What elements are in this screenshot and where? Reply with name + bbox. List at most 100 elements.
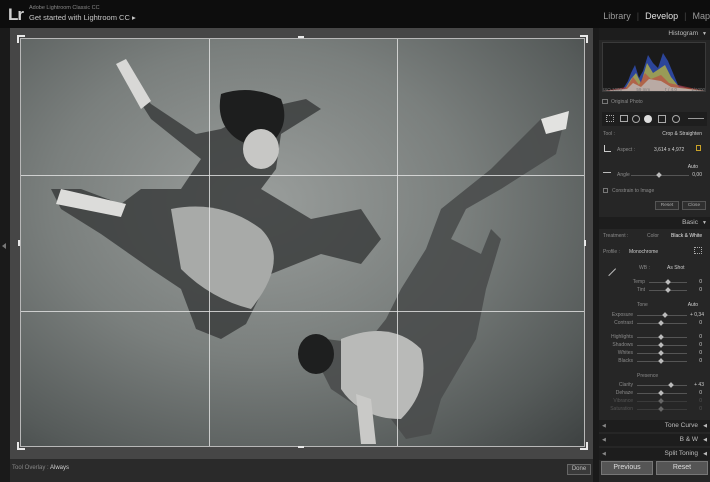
temp-slider-knob[interactable] xyxy=(665,279,671,285)
spot-removal-icon[interactable] xyxy=(632,115,640,123)
module-separator: | xyxy=(684,11,687,21)
clarity-label: Clarity xyxy=(618,382,633,388)
tone-auto-button[interactable]: Auto xyxy=(688,302,698,308)
highlights-slider-knob[interactable] xyxy=(658,334,664,340)
original-photo-checkbox[interactable] xyxy=(602,99,608,104)
angle-label: Angle xyxy=(617,172,630,178)
dancers-photo xyxy=(51,59,569,444)
wb-eyedropper-icon[interactable] xyxy=(601,261,617,277)
reset-button[interactable]: Reset xyxy=(656,461,708,475)
left-panel-toggle-icon[interactable] xyxy=(2,243,6,249)
done-button[interactable]: Done xyxy=(567,464,591,475)
lock-icon[interactable] xyxy=(696,145,701,151)
shadows-slider-knob[interactable] xyxy=(658,342,664,348)
graduated-filter-icon[interactable] xyxy=(606,115,614,122)
aspect-label: Aspect : xyxy=(617,147,636,153)
clarity-value: + 43 xyxy=(694,382,704,388)
crop-handle-top-left[interactable] xyxy=(17,35,25,43)
split-toning-title: Split Toning xyxy=(664,450,699,457)
panel-switch-icon[interactable]: ◀ xyxy=(602,448,606,460)
module-develop[interactable]: Develop xyxy=(645,11,678,21)
bottom-toolbar: Tool Overlay : Always Done xyxy=(10,459,593,482)
shutter-speed: 1/1000 xyxy=(691,87,705,92)
panel-switch-icon[interactable]: ◀ xyxy=(602,434,606,446)
treatment-color[interactable]: Color xyxy=(647,233,659,239)
tone-curve-header[interactable]: ◀ Tone Curve ◀ xyxy=(599,420,710,432)
photo-crop-area[interactable] xyxy=(20,38,585,447)
radial-filter-icon[interactable] xyxy=(672,115,680,123)
adjustment-brush-icon[interactable] xyxy=(688,118,704,119)
crop-handle-right[interactable] xyxy=(584,240,586,246)
contrast-slider-knob[interactable] xyxy=(658,320,664,326)
tint-slider-knob[interactable] xyxy=(665,287,671,293)
constrain-checkbox[interactable] xyxy=(603,188,608,193)
crop-overlay-icon[interactable] xyxy=(620,115,628,122)
tool-overlay-label: Tool Overlay : xyxy=(12,465,49,471)
crop-grid-line xyxy=(397,39,398,446)
top-bar: Lr Adobe Lightroom Classic CC Get starte… xyxy=(0,0,710,28)
previous-button[interactable]: Previous xyxy=(601,461,653,475)
vibrance-slider-knob[interactable] xyxy=(658,398,664,404)
dehaze-value: 0 xyxy=(699,390,702,396)
crop-handle-top-right[interactable] xyxy=(580,35,588,43)
left-panel-collapsed[interactable] xyxy=(0,28,10,482)
identity-text: Get started with Lightroom CC xyxy=(29,13,130,22)
camera-info: ISO 1000 59 mm ƒ / 4.0 1/1000 xyxy=(603,87,705,92)
blacks-slider-knob[interactable] xyxy=(658,358,664,364)
red-eye-icon[interactable] xyxy=(644,115,652,123)
tint-value: 0 xyxy=(699,287,702,293)
crop-handle-left[interactable] xyxy=(18,240,20,246)
crop-grid-line xyxy=(21,311,584,312)
module-library[interactable]: Library xyxy=(603,11,631,21)
module-separator: | xyxy=(636,11,640,21)
profile-label: Profile : xyxy=(603,249,620,255)
angle-value: 0,00 xyxy=(692,172,702,178)
shadows-value: 0 xyxy=(699,342,702,348)
clarity-slider-knob[interactable] xyxy=(668,382,674,388)
dehaze-slider-knob[interactable] xyxy=(658,390,664,396)
crop-frame-icon[interactable] xyxy=(604,145,611,152)
profile-select[interactable]: Monochrome xyxy=(629,249,658,255)
angle-auto-button[interactable]: Auto xyxy=(688,164,698,170)
straighten-tool-icon[interactable] xyxy=(603,172,611,176)
treatment-bw[interactable]: Black & White xyxy=(671,233,702,239)
whites-slider-knob[interactable] xyxy=(658,350,664,356)
tone-curve-title: Tone Curve xyxy=(664,422,698,429)
iso-value: ISO 1000 xyxy=(603,87,623,92)
crop-reset-button[interactable]: Reset xyxy=(655,201,679,210)
crop-handle-bottom-right[interactable] xyxy=(580,442,588,450)
crop-handle-bottom[interactable] xyxy=(298,446,304,448)
develop-right-panel: Histogram ▼ ISO 1000 59 mm ƒ / 4.0 1/100… xyxy=(599,28,710,482)
histogram-header[interactable]: Histogram ▼ xyxy=(599,28,710,40)
blacks-label: Blacks xyxy=(618,358,633,364)
tool-strip xyxy=(602,112,707,126)
bw-header[interactable]: ◀ B & W ◀ xyxy=(599,434,710,446)
wb-select[interactable]: As Shot xyxy=(667,265,685,271)
aspect-select[interactable]: 3,614 x 4,972 xyxy=(654,147,684,153)
blacks-value: 0 xyxy=(699,358,702,364)
gradient-icon[interactable] xyxy=(658,115,666,123)
vibrance-value: 0 xyxy=(699,398,702,404)
angle-slider-knob[interactable] xyxy=(656,172,662,178)
identity-plate[interactable]: Get started with Lightroom CC ▸ xyxy=(29,13,136,22)
histogram-graph[interactable] xyxy=(602,42,706,92)
crop-close-button[interactable]: Close xyxy=(682,201,706,210)
tool-overlay-select[interactable]: Always xyxy=(50,465,69,471)
crop-handle-bottom-left[interactable] xyxy=(17,442,25,450)
clarity-slider[interactable] xyxy=(637,385,687,386)
highlights-value: 0 xyxy=(699,334,702,340)
saturation-label: Saturation xyxy=(610,406,633,412)
collapse-icon: ▼ xyxy=(702,31,707,37)
module-map[interactable]: Map xyxy=(692,11,710,21)
panel-switch-icon[interactable]: ◀ xyxy=(602,420,606,432)
tone-label: Tone xyxy=(637,302,648,308)
exposure-slider-knob[interactable] xyxy=(662,312,668,318)
contrast-label: Contrast xyxy=(614,320,633,326)
profile-browser-icon[interactable] xyxy=(694,247,702,254)
aperture-value: ƒ / 4.0 xyxy=(664,87,677,92)
basic-header[interactable]: Basic ▼ xyxy=(599,217,710,229)
identity-arrow-icon: ▸ xyxy=(131,13,136,22)
crop-handle-top[interactable] xyxy=(298,36,304,38)
split-toning-header[interactable]: ◀ Split Toning ◀ xyxy=(599,448,710,460)
saturation-slider-knob[interactable] xyxy=(658,406,664,412)
